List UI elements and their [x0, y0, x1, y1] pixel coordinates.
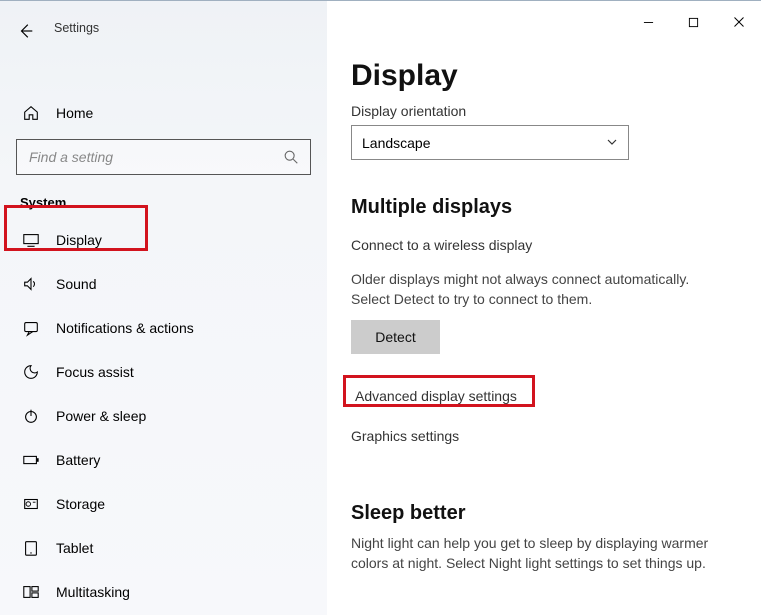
home-button[interactable]: Home — [0, 93, 327, 133]
advanced-display-link[interactable]: Advanced display settings — [351, 386, 521, 406]
chevron-down-icon — [606, 135, 618, 151]
home-icon — [22, 104, 40, 122]
sidebar-item-label: Focus assist — [56, 364, 134, 380]
orientation-value: Landscape — [362, 135, 431, 151]
sidebar-item-multitasking[interactable]: Multitasking — [0, 570, 327, 614]
sidebar: Settings Home System Display — [0, 1, 327, 615]
sidebar-item-label: Multitasking — [56, 584, 130, 600]
sidebar-item-storage[interactable]: Storage — [0, 482, 327, 526]
sleep-better-text: Night light can help you get to sleep by… — [351, 533, 721, 574]
window-title: Settings — [54, 21, 99, 35]
sidebar-item-battery[interactable]: Battery — [0, 438, 327, 482]
multiple-displays-heading: Multiple displays — [351, 196, 745, 219]
notifications-icon — [22, 319, 40, 337]
home-label: Home — [56, 105, 93, 121]
battery-icon — [22, 451, 40, 469]
close-button[interactable] — [716, 8, 761, 36]
display-icon — [22, 231, 40, 249]
sidebar-item-tablet[interactable]: Tablet — [0, 526, 327, 570]
page-title: Display — [351, 59, 745, 93]
sidebar-item-label: Power & sleep — [56, 408, 146, 424]
sidebar-item-power-sleep[interactable]: Power & sleep — [0, 394, 327, 438]
sidebar-item-label: Display — [56, 232, 102, 248]
maximize-button[interactable] — [671, 8, 716, 36]
sidebar-item-label: Tablet — [56, 540, 93, 556]
sleep-better-heading: Sleep better — [351, 502, 745, 525]
category-label: System — [20, 195, 307, 210]
sidebar-item-display[interactable]: Display — [0, 218, 327, 262]
sidebar-item-label: Battery — [56, 452, 100, 468]
orientation-dropdown[interactable]: Landscape — [351, 125, 629, 160]
sidebar-item-notifications[interactable]: Notifications & actions — [0, 306, 327, 350]
nav-list: Display Sound Notifications & actions Fo… — [0, 218, 327, 614]
orientation-label: Display orientation — [351, 103, 745, 119]
sound-icon — [22, 275, 40, 293]
sidebar-item-label: Storage — [56, 496, 105, 512]
focus-assist-icon — [22, 363, 40, 381]
multitasking-icon — [22, 583, 40, 601]
power-icon — [22, 407, 40, 425]
older-displays-text: Older displays might not always connect … — [351, 269, 721, 310]
sidebar-item-focus-assist[interactable]: Focus assist — [0, 350, 327, 394]
sidebar-item-label: Notifications & actions — [56, 320, 194, 336]
storage-icon — [22, 495, 40, 513]
search-box[interactable] — [16, 139, 311, 175]
search-input[interactable] — [27, 148, 282, 166]
back-button[interactable] — [4, 9, 48, 53]
minimize-button[interactable] — [626, 8, 671, 36]
graphics-settings-link[interactable]: Graphics settings — [351, 428, 745, 444]
search-icon — [282, 148, 300, 166]
sidebar-item-label: Sound — [56, 276, 96, 292]
sidebar-item-sound[interactable]: Sound — [0, 262, 327, 306]
detect-button[interactable]: Detect — [351, 320, 440, 354]
tablet-icon — [22, 539, 40, 557]
connect-wireless-link[interactable]: Connect to a wireless display — [351, 237, 745, 253]
main-content: Display Display orientation Landscape Mu… — [327, 1, 761, 615]
